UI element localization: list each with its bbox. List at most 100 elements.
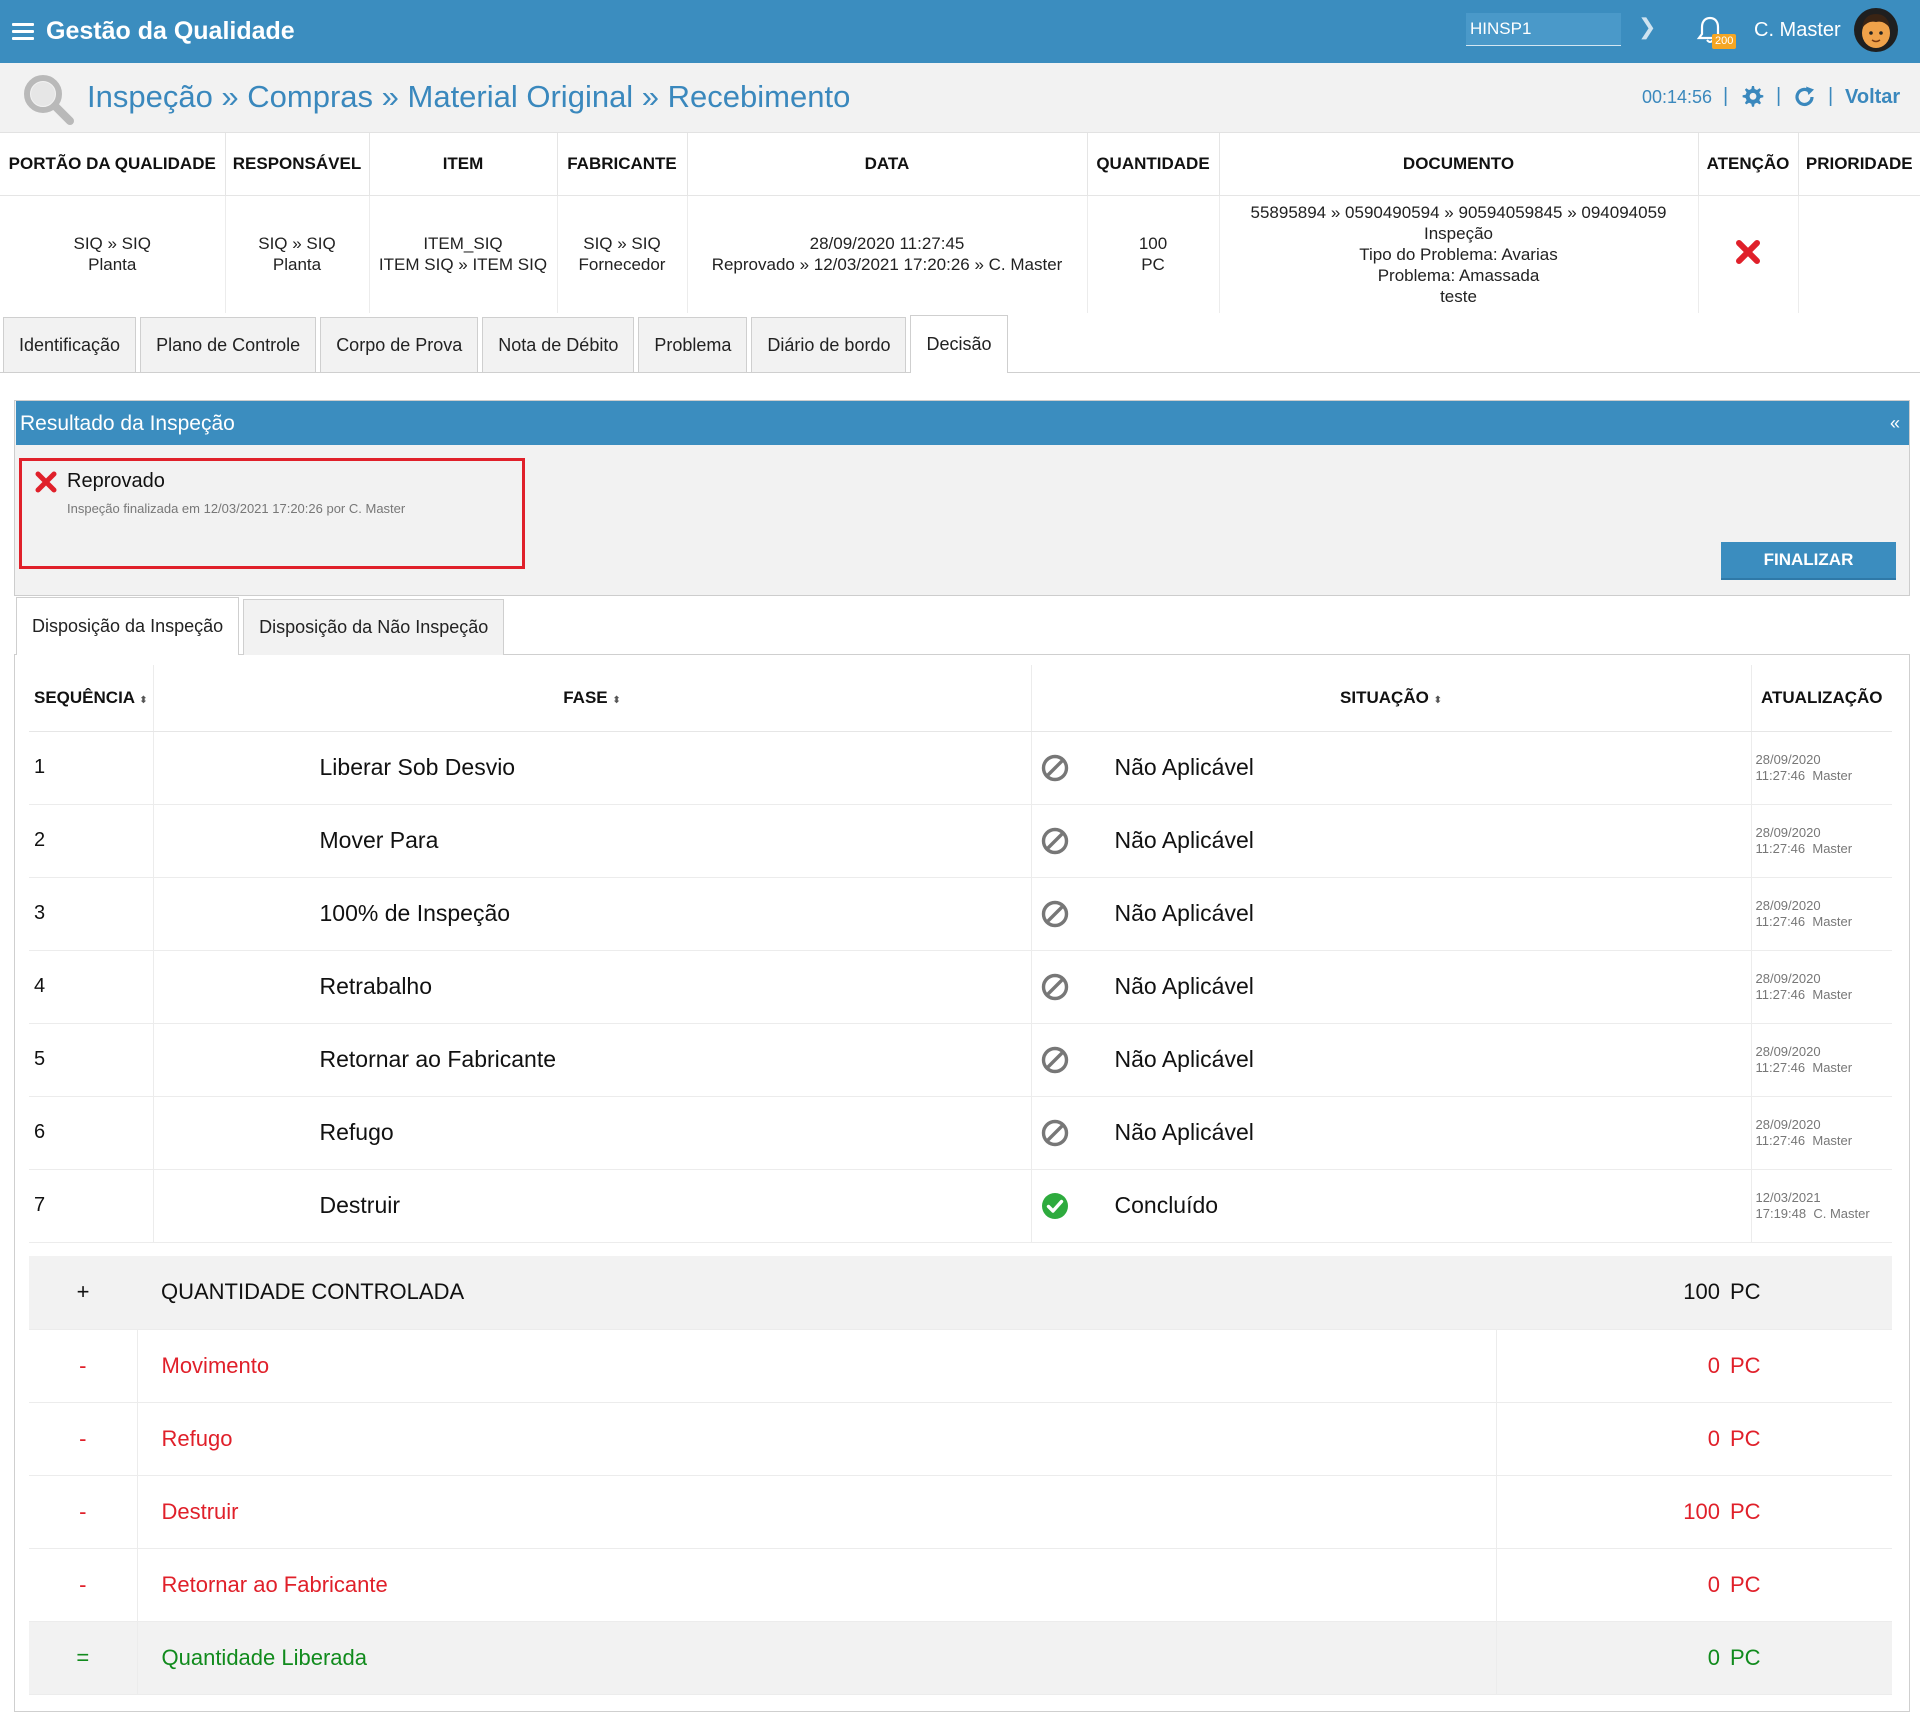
quantity-operator: - — [29, 1402, 137, 1476]
tab-plano-de-controle[interactable]: Plano de Controle — [140, 317, 317, 372]
breadcrumb: Inspeção » Compras » Material Original »… — [87, 79, 851, 114]
refresh-icon[interactable] — [1793, 85, 1817, 109]
sort-icon[interactable]: ⬍ — [139, 695, 147, 706]
table-row: 4 Retrabalho Não Aplicável 28/09/2020 11:27:… — [29, 950, 1892, 1024]
phase-cell: Refugo — [153, 1096, 1032, 1170]
quantity-label: Refugo — [136, 1402, 1496, 1476]
sequence-cell: 3 — [29, 877, 154, 951]
result-panel-title: Resultado da Inspeção — [16, 401, 1909, 445]
quantity-row: + QUANTIDADE CONTROLADA 100 PC — [29, 1256, 1892, 1330]
phase-cell: Destruir — [153, 1169, 1032, 1243]
table-row: 5 Retornar ao Fabricante Não Aplicável 28/0… — [29, 1023, 1892, 1097]
collapse-icon[interactable]: « — [1890, 413, 1900, 434]
column-header-sequence[interactable]: SEQUÊNCIA ⬍ — [29, 665, 154, 732]
quantity-value: 100 — [1495, 1475, 1728, 1549]
quantity-value: 0 — [1495, 1402, 1728, 1476]
situation-cell: Não Aplicável — [1031, 950, 1752, 1024]
situation-label: Não Aplicável — [1114, 900, 1254, 926]
column-header-item: ITEM — [369, 133, 558, 196]
quantity-row: - Movimento 0 PC — [29, 1329, 1892, 1403]
tab-decisao[interactable]: Decisão — [910, 315, 1008, 373]
column-header-priority: PRIORIDADE — [1798, 133, 1920, 196]
situation-cell: Não Aplicável — [1031, 1023, 1752, 1097]
situation-cell: Concluído — [1031, 1169, 1752, 1243]
quantity-label: Destruir — [136, 1475, 1496, 1549]
app-title: Gestão da Qualidade — [46, 17, 295, 45]
column-header-document: DOCUMENTO — [1219, 133, 1699, 196]
situation-label: Concluído — [1114, 1192, 1219, 1218]
table-row: 3 100% de Inspeção Não Aplicável 28/09/2020… — [29, 877, 1892, 951]
column-header-responsible: RESPONSÁVEL — [225, 133, 370, 196]
column-header-gate: PORTÃO DA QUALIDADE — [0, 133, 226, 196]
tab-nota-de-debito[interactable]: Nota de Débito — [482, 317, 635, 372]
quantity-row: = Quantidade Liberada 0 PC — [29, 1621, 1892, 1695]
sort-icon[interactable]: ⬍ — [612, 695, 620, 706]
not-applicable-icon — [1041, 973, 1068, 1000]
priority-cell — [1798, 195, 1920, 313]
search-icon — [24, 75, 74, 125]
situation-label: Não Aplicável — [1114, 754, 1254, 780]
situation-label: Não Aplicável — [1114, 1046, 1254, 1072]
separator: | — [1776, 85, 1782, 107]
quantity-row: - Retornar ao Fabricante 0 PC — [29, 1548, 1892, 1622]
breadcrumb-bar: Inspeção » Compras » Material Original »… — [0, 63, 1920, 133]
situation-cell: Não Aplicável — [1031, 877, 1752, 951]
quantity-value: 0 — [1495, 1329, 1728, 1403]
quantity-row: - Refugo 0 PC — [29, 1402, 1892, 1476]
attention-cell — [1698, 195, 1799, 313]
situation-label: Não Aplicável — [1114, 973, 1254, 999]
situation-label: Não Aplicável — [1114, 1119, 1254, 1145]
gear-icon[interactable] — [1740, 85, 1764, 109]
column-header-date: DATA — [687, 133, 1088, 196]
column-header-quantity: QUANTIDADE — [1087, 133, 1220, 196]
tab-identificacao[interactable]: Identificação — [3, 317, 137, 372]
situation-cell: Não Aplicável — [1031, 804, 1752, 878]
close-red-icon — [35, 471, 57, 493]
quantity-cell: 100 PC — [1087, 195, 1220, 313]
phase-cell: Retornar ao Fabricante — [153, 1023, 1032, 1097]
date-cell: 28/09/2020 11:27:45 Reprovado » 12/03/202… — [687, 195, 1088, 313]
notification-badge: 200 — [1712, 34, 1737, 49]
back-link[interactable]: Voltar — [1845, 86, 1900, 109]
user-name[interactable]: C. Master — [1754, 19, 1841, 42]
situation-cell: Não Aplicável — [1031, 731, 1752, 805]
separator: | — [1723, 85, 1729, 107]
result-status: Reprovado — [67, 470, 165, 492]
table-row: 2 Mover Para Não Aplicável 28/09/2020 11:27:… — [29, 804, 1892, 878]
site-select[interactable]: HINSP1 — [1466, 13, 1621, 46]
quantity-operator: - — [29, 1475, 137, 1549]
quantity-label: Movimento — [136, 1329, 1496, 1403]
hamburger-menu-icon[interactable] — [12, 19, 34, 41]
quantity-unit: PC — [1728, 1621, 1892, 1695]
chevron-right-icon[interactable]: ❯ — [1638, 14, 1656, 40]
column-header-update: ATUALIZAÇÃO — [1751, 665, 1892, 732]
tab-diario-de-bordo[interactable]: Diário de bordo — [751, 317, 907, 372]
quantity-unit: PC — [1728, 1256, 1892, 1330]
sequence-cell: 2 — [29, 804, 154, 878]
gate-cell: SIQ » SIQ Planta — [0, 195, 226, 313]
table-row: 7 Destruir Concluído 12/03/2021 17:19:48 C. … — [29, 1169, 1892, 1243]
quantity-value: 100 — [1496, 1256, 1728, 1330]
quantity-operator[interactable]: + — [29, 1256, 137, 1330]
avatar[interactable] — [1854, 8, 1898, 52]
tab-problema[interactable]: Problema — [638, 317, 748, 372]
quantity-unit: PC — [1728, 1402, 1892, 1476]
sequence-cell: 4 — [29, 950, 154, 1024]
column-header-phase[interactable]: FASE ⬍ — [153, 665, 1032, 732]
result-detail: Inspeção finalizada em 12/03/2021 17:20:… — [67, 501, 406, 516]
tab-disposicao-nao-inspecao[interactable]: Disposição da Não Inspeção — [243, 599, 505, 655]
not-applicable-icon — [1041, 754, 1068, 781]
sort-icon[interactable]: ⬍ — [1434, 695, 1442, 706]
finalize-button[interactable]: FINALIZAR — [1721, 542, 1896, 580]
main-tabs: Identificação Plano de Controle Corpo de… — [3, 315, 1012, 373]
quantity-table: + QUANTIDADE CONTROLADA 100 PC - Movimento 0 PC… — [29, 1256, 1892, 1695]
tab-disposicao-inspecao[interactable]: Disposição da Inspeção — [16, 597, 240, 655]
column-header-situation[interactable]: SITUAÇÃO ⬍ — [1031, 665, 1752, 732]
tab-corpo-de-prova[interactable]: Corpo de Prova — [320, 317, 479, 372]
quantity-value: 0 — [1495, 1621, 1728, 1695]
sequence-cell: 7 — [29, 1169, 154, 1243]
situation-label: Não Aplicável — [1114, 827, 1254, 853]
quantity-operator: = — [29, 1621, 137, 1695]
phase-table: SEQUÊNCIA ⬍ FASE ⬍ SITUAÇÃO ⬍ ATUALIZAÇÃ… — [29, 665, 1892, 1243]
not-applicable-icon — [1041, 827, 1068, 854]
